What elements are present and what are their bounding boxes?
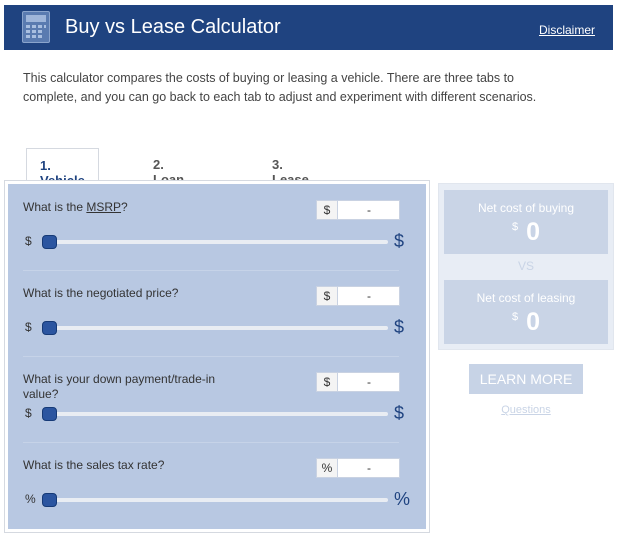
intro-text: This calculator compares the costs of bu… (23, 71, 537, 104)
buy-cost-currency: $ (511, 221, 519, 233)
lease-cost-label: Net cost of leasing (476, 291, 576, 305)
row-divider (23, 442, 399, 443)
sales-tax-slider-min-unit: % (25, 492, 36, 506)
page-title: Buy vs Lease Calculator (65, 16, 281, 38)
negotiated-price-slider-max-unit: $ (394, 317, 405, 337)
negotiated-price-slider-thumb[interactable] (42, 321, 57, 335)
down-payment-label: What is your down payment/trade-in value… (23, 372, 216, 401)
calculator-icon (22, 11, 50, 43)
sales-tax-slider-track[interactable] (44, 498, 388, 502)
disclaimer-link[interactable]: Disclaimer (539, 23, 595, 37)
buy-cost-amount: $0 (444, 218, 608, 247)
lease-cost-currency: $ (511, 311, 519, 323)
sales-tax-slider-max-unit: % (394, 489, 411, 509)
down-payment-slider-max-unit: $ (394, 403, 405, 423)
buy-cost-box: Net cost of buying $0 (444, 190, 608, 254)
down-payment-value[interactable]: - (338, 373, 400, 391)
msrp-slider-min-unit: $ (25, 234, 32, 248)
negotiated-price-label: What is the negotiated price? (23, 286, 179, 300)
down-payment-input[interactable]: $ - (316, 372, 400, 392)
lease-cost-box: Net cost of leasing $0 (444, 280, 608, 344)
tab-lease-details[interactable]: 3. Lease Details (272, 148, 315, 202)
sales-tax-unit: % (317, 459, 338, 477)
msrp-abbr: MSRP (86, 200, 122, 214)
vs-label: VS (517, 259, 534, 273)
tab-loan-details[interactable]: 2. Loan Details (153, 148, 196, 202)
lease-cost-value: 0 (526, 308, 541, 336)
buy-cost-value: 0 (526, 218, 541, 246)
down-payment-slider-min-unit: $ (25, 406, 32, 420)
negotiated-price-input[interactable]: $ - (316, 286, 400, 306)
lease-cost-amount: $0 (444, 308, 608, 337)
negotiated-price-slider-track[interactable] (44, 326, 388, 330)
questions-link[interactable]: Questions (444, 404, 608, 416)
row-divider (23, 270, 399, 271)
header-bar: Buy vs Lease Calculator Disclaimer (4, 5, 613, 50)
learn-more-button[interactable]: LEARN MORE (469, 364, 583, 394)
negotiated-price-value[interactable]: - (338, 287, 400, 305)
tab-vehicle-info[interactable]: 1. Vehicle Info (26, 148, 99, 203)
negotiated-price-unit: $ (317, 287, 338, 305)
msrp-input[interactable]: $ - (316, 200, 400, 220)
sales-tax-input[interactable]: % - (316, 458, 400, 478)
msrp-slider-max-unit: $ (394, 231, 405, 251)
buy-cost-label: Net cost of buying (477, 201, 575, 215)
sales-tax-label: What is the sales tax rate? (23, 458, 165, 472)
msrp-slider-track[interactable] (44, 240, 388, 244)
row-divider (23, 356, 399, 357)
down-payment-slider-thumb[interactable] (42, 407, 57, 421)
down-payment-unit: $ (317, 373, 338, 391)
msrp-value[interactable]: - (338, 201, 400, 219)
sales-tax-value[interactable]: - (338, 459, 400, 477)
negotiated-price-slider-min-unit: $ (25, 320, 32, 334)
msrp-unit: $ (317, 201, 338, 219)
msrp-label: What is the MSRP? (23, 200, 128, 214)
sales-tax-slider-thumb[interactable] (42, 493, 57, 507)
down-payment-slider-track[interactable] (44, 412, 388, 416)
msrp-slider-thumb[interactable] (42, 235, 57, 249)
